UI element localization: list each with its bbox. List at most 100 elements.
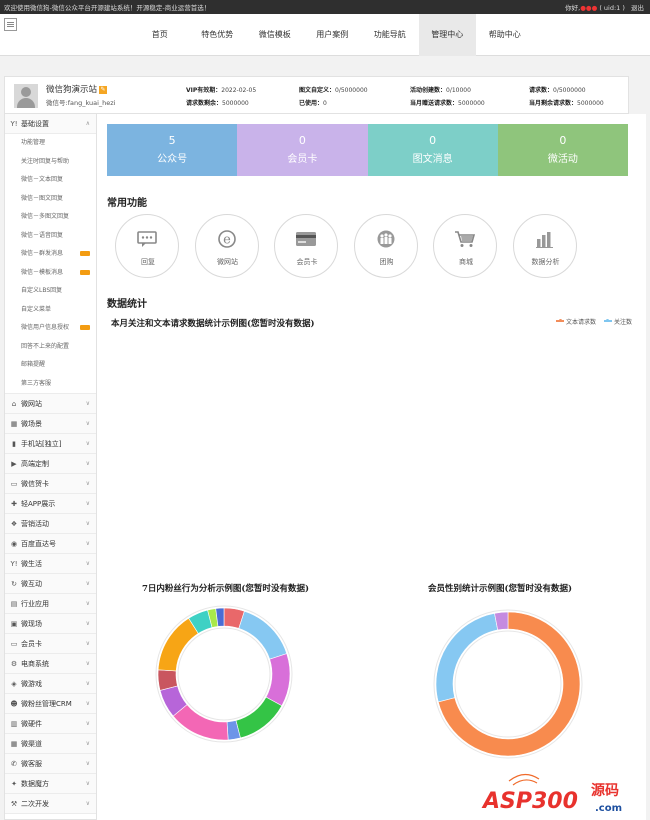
sidebar-section[interactable]: ✦ 数据魔方 ∨ (5, 774, 96, 794)
sidebar-section[interactable]: Y! 微生活 ∨ (5, 554, 96, 574)
function-button[interactable]: 回复 (115, 214, 179, 278)
function-button[interactable]: 团购 (353, 214, 418, 278)
svg-text:e: e (223, 233, 231, 248)
nav-features[interactable]: 特色优势 (189, 14, 247, 56)
function-item[interactable]: 团购 (353, 214, 434, 278)
chevron-down-icon: ∨ (85, 760, 90, 767)
nav-cases[interactable]: 用户案例 (304, 14, 362, 56)
sidebar-subitem[interactable]: 功能管理 (5, 134, 96, 153)
sidebar-section[interactable]: ▦ 微场景 ∨ (5, 414, 96, 434)
sidebar: Y! 基础设置 ∧ 功能管理 关注时回复与帮助 微信－文本回复 微信－图文回复 微信－多图文回… (4, 114, 97, 820)
avatar (14, 84, 38, 108)
chevron-down-icon: ∨ (85, 500, 90, 507)
function-button[interactable]: 会员卡 (274, 214, 338, 278)
sidebar-section[interactable]: ⚙ 电商系统 ∨ (5, 654, 96, 674)
nav-home[interactable]: 首页 (131, 14, 189, 56)
line-chart-legend: 文本请求数 关注数 (556, 317, 632, 326)
sidebar-section[interactable]: ▭ 微信贺卡 ∨ (5, 474, 96, 494)
sidebar-section[interactable]: ⚒ 二次开发 ∨ (5, 794, 96, 814)
sidebar-section[interactable]: ▤ 行业应用 ∨ (5, 594, 96, 614)
sidebar-section-label: 微网站 (21, 400, 42, 408)
tile-label: 会员卡 (287, 154, 318, 165)
legend-item-follows[interactable]: 关注数 (603, 318, 632, 326)
sidebar-section[interactable]: ◈ 微游戏 ∨ (5, 674, 96, 694)
chevron-down-icon: ∨ (85, 540, 90, 547)
sidebar-section-label: 二次开发 (21, 800, 49, 808)
sidebar-section-label: 微渠道 (21, 740, 42, 748)
sidebar-section-basic-settings[interactable]: Y! 基础设置 ∧ (5, 114, 96, 134)
sidebar-subitem[interactable]: 自定义菜单 (5, 301, 96, 320)
donut-hole (177, 627, 271, 721)
sidebar-section[interactable]: ✚ 轻APP展示 ∨ (5, 494, 96, 514)
function-item[interactable]: e 微网站 (194, 214, 275, 278)
sidebar-subitem[interactable]: 微信－模板消息 (5, 264, 96, 283)
fan-behavior-chart-title: 7日内粉丝行为分析示例图(您暂时没有数据) (142, 584, 309, 594)
game-icon: ◈ (11, 680, 17, 688)
nav-templates[interactable]: 微信模板 (246, 14, 304, 56)
summary-tile[interactable]: 5 公众号 (107, 124, 238, 176)
sidebar-section[interactable]: ▶ 高端定制 ∨ (5, 454, 96, 474)
sidebar-section[interactable]: ▣ 微现场 ∨ (5, 614, 96, 634)
watermark-domain: .com (595, 803, 622, 814)
sidebar-subitem[interactable]: 自定义LBS回复 (5, 282, 96, 301)
main-nav: 首页 特色优势 微信模板 用户案例 功能导航 管理中心 帮助中心 (131, 14, 534, 56)
function-item[interactable]: 会员卡 (274, 214, 354, 278)
chevron-up-icon: ∧ (85, 120, 90, 127)
sidebar-subitem[interactable]: 微信－多图文回复 (5, 208, 96, 227)
sidebar-section[interactable]: ☻ 微粉丝管理CRM ∨ (5, 694, 96, 714)
sidebar-section[interactable]: ▥ 微硬件 ∨ (5, 714, 96, 734)
sidebar-section-label: 高端定制 (21, 460, 49, 468)
chevron-down-icon: ∨ (85, 660, 90, 667)
function-button[interactable]: 数据分析 (512, 214, 577, 278)
card-icon: ▭ (10, 480, 18, 488)
function-item[interactable]: 商城 (433, 214, 513, 278)
sidebar-subitem[interactable]: 微信－群发消息 (5, 245, 96, 264)
function-button[interactable]: 商城 (433, 214, 497, 278)
summary-tile[interactable]: 0 微活动 (497, 124, 628, 176)
sidebar-section[interactable]: ↻ 微互动 ∨ (5, 574, 96, 594)
sidebar-section-label: 微生活 (21, 560, 42, 568)
sidebar-subitem[interactable]: 微信用户信息授权 (5, 319, 96, 338)
sidebar-section[interactable]: ▮ 手机站[独立] ∨ (5, 434, 96, 454)
legend-item-text-requests[interactable]: 文本请求数 (556, 318, 596, 326)
logout-link[interactable]: 退出 (631, 4, 644, 12)
sidebar-section[interactable]: ◉ 百度直达号 ∨ (5, 534, 96, 554)
account-name: 微信狗演示站 ✎ (46, 85, 108, 95)
function-item[interactable]: 数据分析 (512, 214, 593, 278)
uid-text: ( uid:1 ) (599, 4, 625, 12)
sidebar-section[interactable]: ⌂ 微网站 ∨ (5, 394, 96, 414)
edit-icon[interactable]: ✎ (99, 86, 108, 94)
sidebar-subitem[interactable]: 第三方客服 (5, 375, 96, 394)
nav-function-guide[interactable]: 功能导航 (361, 14, 419, 56)
settings-icon: Y! (10, 120, 18, 128)
welcome-text: 欢迎使用微信狗-微信公众平台开源建站系统！开源稳定-商业运营首选！ (4, 4, 211, 12)
sidebar-section[interactable]: ▦ 微渠道 ∨ (5, 734, 96, 754)
data-stats-title: 数据统计 (107, 299, 147, 310)
nav-admin-center[interactable]: 管理中心 (418, 14, 476, 56)
sidebar-section[interactable]: ✆ 微客服 ∨ (5, 754, 96, 774)
summary-tile[interactable]: 0 图文消息 (367, 124, 498, 176)
summary-tile[interactable]: 0 会员卡 (237, 124, 368, 176)
sidebar-subitem[interactable]: 微信－语音回复 (5, 227, 96, 246)
sidebar-section-label: 数据魔方 (21, 780, 49, 788)
header: 首页 特色优势 微信模板 用户案例 功能导航 管理中心 帮助中心 (0, 14, 650, 56)
stat-requests-remaining: 请求数剩余：5000000 (186, 100, 249, 107)
sidebar-subitem[interactable]: 微信－文本回复 (5, 171, 96, 190)
function-item[interactable]: 回复 (115, 214, 195, 278)
logo-icon[interactable] (4, 18, 17, 31)
sidebar-subitem[interactable]: 邮箱提醒 (5, 356, 96, 375)
tablet-icon: ▮ (12, 440, 16, 448)
channel-icon: ▦ (10, 740, 18, 748)
screen-icon: ▣ (10, 620, 18, 628)
function-label: 会员卡 (296, 258, 318, 266)
hardware-icon: ▥ (10, 720, 18, 728)
chevron-down-icon: ∨ (85, 680, 90, 687)
sidebar-subitem[interactable]: 微信－图文回复 (5, 190, 96, 209)
sidebar-subitem[interactable]: 回答不上来的配置 (5, 338, 96, 357)
sidebar-subitem[interactable]: 关注时回复与帮助 (5, 153, 96, 172)
nav-help-center[interactable]: 帮助中心 (476, 14, 534, 56)
function-button[interactable]: e 微网站 (194, 214, 259, 278)
sidebar-section[interactable]: ❖ 营销活动 ∨ (5, 514, 96, 534)
sidebar-section[interactable]: ▭ 会员卡 ∨ (5, 634, 96, 654)
username-link[interactable]: ●●● (580, 4, 597, 12)
